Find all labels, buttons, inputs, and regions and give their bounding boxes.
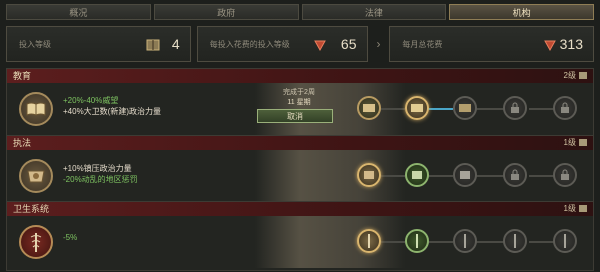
effect-line: -20%动乱的地区惩罚 (63, 175, 138, 184)
level-2-caduceus-icon[interactable] (405, 229, 429, 253)
section-header: 执法 1级 (7, 136, 593, 150)
tab-laws[interactable]: 法律 (301, 4, 447, 20)
caduceus-icon (19, 225, 53, 259)
level-1-book-icon[interactable] (357, 96, 381, 120)
level-chain (353, 163, 583, 189)
level-label: 1级 (563, 138, 576, 147)
lock-icon[interactable] (503, 163, 527, 187)
level-1-caduceus-icon[interactable] (357, 229, 381, 253)
total-monthly-cost-label: 每月总花费 (402, 40, 443, 49)
tab-government[interactable]: 政府 (153, 4, 299, 20)
level-3-badge-icon[interactable] (453, 163, 477, 187)
section-title: 卫生系统 (13, 204, 50, 214)
institution-education: 教育 2级 +20%-40%威望 +40%大卫数(新建)政治力量 完成于2周 1… (6, 68, 594, 136)
lock-icon[interactable] (553, 96, 577, 120)
total-monthly-cost-value: 313 (559, 36, 583, 52)
level-chain (353, 229, 583, 255)
investment-level-box: 投入等级 4 (6, 26, 191, 62)
institution-health-system: 卫生系统 1级 -5% (6, 201, 594, 271)
money-icon (543, 38, 557, 52)
level-3-caduceus-icon[interactable] (453, 229, 477, 253)
book-icon (579, 139, 587, 147)
level-label: 2级 (563, 71, 576, 80)
progress-popup: 完成于2周 11 星期 取消 (255, 87, 335, 127)
tab-bar: 概况 政府 法律 机构 (6, 4, 594, 20)
open-book-icon (19, 92, 53, 126)
section-level: 1级 (564, 202, 587, 216)
level-2-book-icon[interactable] (405, 96, 429, 120)
cost-per-level-value: 65 (340, 36, 357, 52)
progress-time: 11 星期 (287, 99, 311, 106)
level-5-caduceus-icon[interactable] (553, 229, 577, 253)
summary-bar: 投入等级 4 每投入花费的投入等级 65 › 每月总花费 313 (6, 26, 594, 62)
section-level: 1级 (564, 136, 587, 150)
money-icon (313, 38, 327, 52)
level-1-badge-icon[interactable] (357, 163, 381, 187)
progress-title: 完成于2周 (283, 89, 315, 96)
lock-icon[interactable] (553, 163, 577, 187)
investment-level-label: 投入等级 (19, 40, 51, 49)
chevron-right-icon: › (376, 37, 381, 51)
level-chain (353, 96, 583, 122)
effect-line: +40%大卫数(新建)政治力量 (63, 107, 162, 116)
level-3-book-icon[interactable] (453, 96, 477, 120)
tab-overview[interactable]: 概况 (6, 4, 151, 20)
cost-per-level-label: 每投入花费的投入等级 (209, 40, 290, 49)
effect-line: +10%镇压政治力量 (63, 164, 132, 173)
section-title: 教育 (13, 71, 32, 81)
lock-icon[interactable] (503, 96, 527, 120)
book-icon (579, 72, 587, 80)
section-header: 卫生系统 1级 (7, 202, 593, 216)
section-level: 2级 (564, 69, 587, 83)
section-title: 执法 (13, 138, 32, 148)
level-label: 1级 (563, 204, 576, 213)
level-2-badge-icon[interactable] (405, 163, 429, 187)
cancel-button[interactable]: 取消 (257, 109, 333, 123)
effect-line: -5% (63, 233, 78, 242)
cost-per-level-box: 每投入花费的投入等级 65 (196, 26, 368, 62)
section-header: 教育 2级 (7, 69, 593, 83)
book-icon (579, 205, 587, 213)
police-badge-icon (19, 159, 53, 193)
tab-institutions[interactable]: 机构 (449, 4, 594, 20)
institution-law-enforcement: 执法 1级 +10%镇压政治力量 -20%动乱的地区惩罚 (6, 135, 594, 203)
effect-line: +20%-40%威望 (63, 96, 119, 105)
ledger-icon (146, 38, 160, 52)
investment-level-value: 4 (171, 36, 180, 52)
level-4-caduceus-icon[interactable] (503, 229, 527, 253)
total-monthly-cost-box: 每月总花费 313 (389, 26, 594, 62)
